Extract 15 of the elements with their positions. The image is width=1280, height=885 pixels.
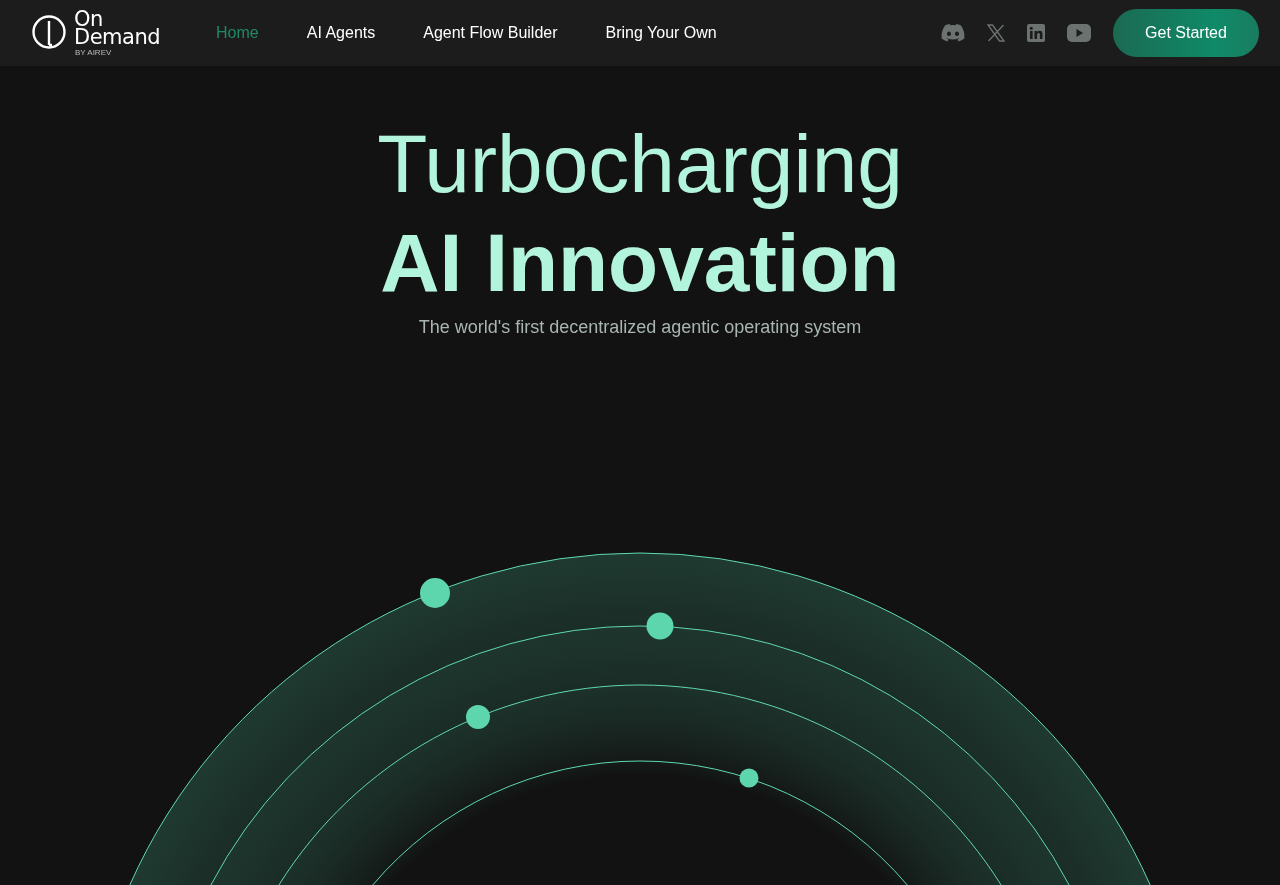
video-play-icon[interactable] [1067, 24, 1091, 42]
get-started-button[interactable]: Get Started [1113, 9, 1259, 57]
hero-title: AI Innovation [380, 222, 900, 304]
hero-subtitle: The world's first decentralized agentic operating system [418, 317, 862, 338]
nav-link[interactable]: AI Agents [282, 16, 400, 50]
nav-link[interactable]: Home [192, 16, 283, 50]
logo-icon [32, 15, 66, 51]
nav-link[interactable]: Agent Flow Builder [399, 16, 582, 50]
brand-name: Demand [74, 28, 161, 48]
discord-icon[interactable] [941, 24, 965, 42]
x-icon[interactable] [987, 24, 1005, 42]
nav-link[interactable]: Bring Your Own [581, 16, 741, 50]
brand-name: On [74, 9, 103, 29]
brand-byline: BY AIREV [75, 49, 113, 57]
linkedin-icon[interactable] [1027, 24, 1045, 42]
